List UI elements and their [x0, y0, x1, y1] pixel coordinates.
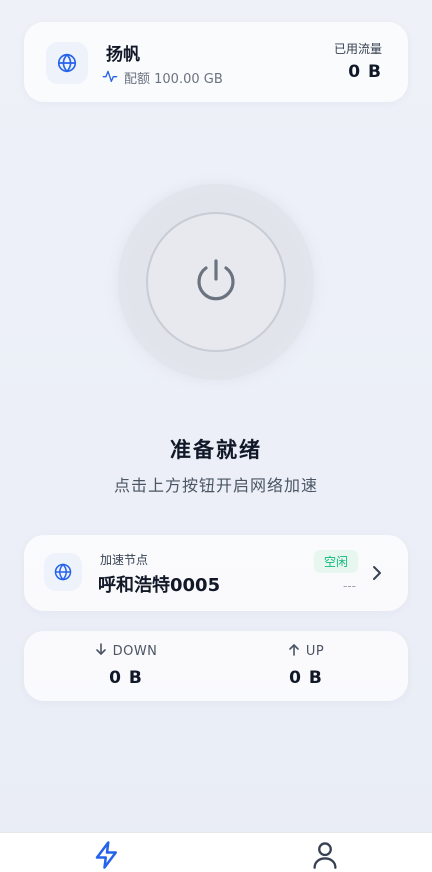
upload-value: 0 B	[289, 668, 323, 688]
node-label: 加速节点	[100, 553, 149, 567]
plan-name: 扬帆	[106, 45, 140, 65]
nav-home-button[interactable]	[91, 841, 123, 872]
globe-icon	[46, 42, 88, 84]
traffic-stats: DOWN 0 B UP 0 B	[24, 631, 408, 701]
power-icon	[194, 257, 238, 307]
used-traffic-label: 已用流量	[333, 42, 382, 56]
chevron-right-icon	[370, 564, 384, 582]
download-value: 0 B	[109, 668, 143, 688]
status-title: 准备就绪	[170, 438, 262, 462]
node-name: 呼和浩特0005	[98, 575, 221, 596]
used-traffic-value: 0 B	[348, 62, 382, 82]
download-stat: DOWN 0 B	[36, 643, 216, 688]
upload-stat: UP 0 B	[216, 643, 396, 688]
power-button[interactable]	[146, 212, 286, 352]
upload-label: UP	[305, 644, 325, 659]
arrow-down-icon	[95, 643, 107, 660]
node-selector[interactable]: 加速节点 呼和浩特0005 空闲 ---	[24, 535, 408, 611]
node-latency: ---	[343, 579, 356, 593]
quota-row: 配额 100.00 GB	[102, 68, 223, 87]
download-label: DOWN	[112, 644, 158, 659]
globe-icon	[44, 553, 82, 591]
node-status-badge: 空闲	[313, 550, 358, 573]
activity-icon	[102, 69, 118, 87]
plan-card: 扬帆 配额 100.00 GB 已用流量 0 B	[24, 22, 408, 102]
quota-text: 配额 100.00 GB	[124, 72, 223, 87]
lightning-icon	[92, 840, 122, 872]
status-subtitle: 点击上方按钮开启网络加速	[113, 476, 318, 495]
arrow-up-icon	[288, 643, 300, 660]
bottom-nav	[0, 832, 432, 872]
nav-profile-button[interactable]	[309, 841, 341, 872]
user-icon	[311, 840, 339, 872]
